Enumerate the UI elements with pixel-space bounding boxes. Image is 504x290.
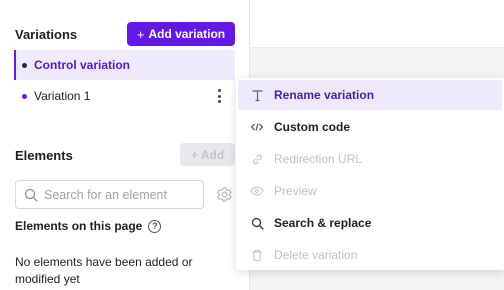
variation-label: Variation 1 bbox=[34, 89, 91, 103]
editor-toolbar-strip bbox=[250, 0, 504, 48]
elements-on-page-heading: Elements on this page ? bbox=[15, 219, 162, 233]
search-icon bbox=[24, 188, 38, 201]
plus-icon: + bbox=[190, 147, 198, 162]
variation-item-control[interactable]: Control variation bbox=[14, 50, 235, 80]
menu-item-custom-code[interactable]: Custom code bbox=[238, 112, 502, 142]
menu-item-delete-variation[interactable]: Delete variation bbox=[238, 240, 502, 270]
variation-item-1[interactable]: Variation 1 bbox=[14, 81, 235, 111]
help-icon[interactable]: ? bbox=[148, 219, 162, 233]
menu-item-label: Delete variation bbox=[274, 248, 358, 262]
menu-item-search-replace[interactable]: Search & replace bbox=[238, 208, 502, 238]
plus-icon: + bbox=[136, 26, 145, 42]
menu-item-redirection-url[interactable]: Redirection URL bbox=[238, 144, 502, 174]
add-element-label: Add bbox=[200, 147, 225, 162]
code-icon bbox=[250, 120, 264, 134]
menu-item-label: Preview bbox=[274, 184, 317, 198]
menu-item-label: Redirection URL bbox=[274, 152, 363, 166]
search-input[interactable] bbox=[44, 187, 194, 202]
search-icon bbox=[250, 216, 264, 230]
kebab-menu-icon[interactable] bbox=[217, 89, 221, 103]
menu-item-preview[interactable]: Preview bbox=[238, 176, 502, 206]
add-variation-label: Add variation bbox=[148, 27, 226, 41]
menu-item-label: Rename variation bbox=[274, 88, 375, 102]
add-variation-button[interactable]: + Add variation bbox=[127, 22, 235, 46]
eye-icon bbox=[250, 184, 264, 198]
sidebar-panel: Variations + Add variation Control varia… bbox=[0, 0, 249, 290]
text-icon bbox=[250, 88, 264, 102]
variation-label: Control variation bbox=[34, 58, 131, 72]
elements-on-page-label: Elements on this page bbox=[15, 219, 143, 233]
variation-dot-icon bbox=[22, 93, 27, 99]
menu-item-label: Search & replace bbox=[274, 216, 372, 230]
variations-heading: Variations bbox=[15, 27, 78, 42]
link-icon bbox=[250, 152, 264, 166]
trash-icon bbox=[250, 248, 264, 262]
menu-item-rename-variation[interactable]: Rename variation bbox=[238, 80, 502, 110]
variation-dot-icon bbox=[22, 62, 27, 68]
element-search-field[interactable] bbox=[15, 180, 204, 209]
gear-icon[interactable] bbox=[216, 186, 233, 203]
variation-context-menu: Rename variation Custom code Redirection… bbox=[236, 78, 504, 270]
add-element-button[interactable]: + Add bbox=[180, 143, 235, 166]
empty-state-message: No elements have been added or modified … bbox=[15, 255, 193, 286]
menu-item-label: Custom code bbox=[274, 120, 351, 134]
elements-heading: Elements bbox=[15, 148, 73, 163]
